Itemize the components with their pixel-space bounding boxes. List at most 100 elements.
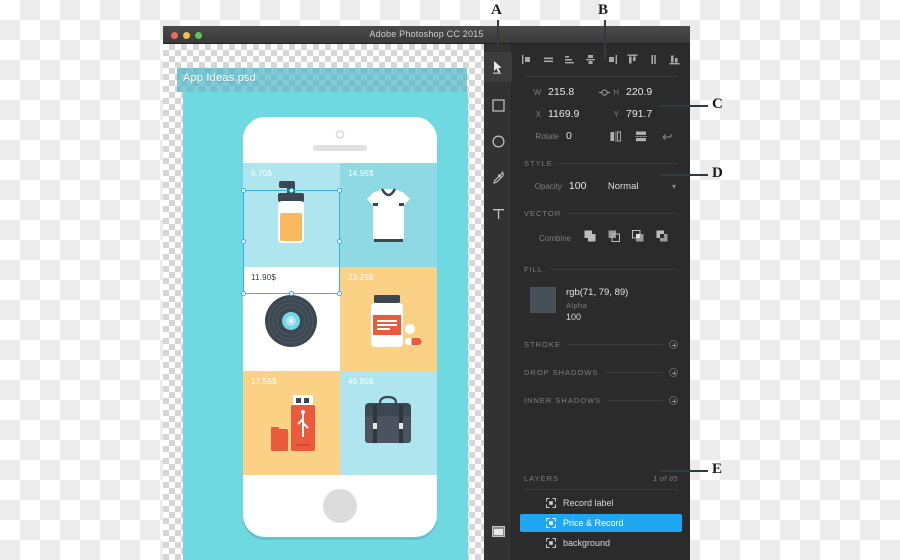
rectangle-tool[interactable] — [484, 90, 512, 120]
x-value[interactable]: 1169.9 — [548, 108, 596, 120]
size-row: W 215.8 H 220.9 — [522, 81, 680, 103]
fill-color-swatch[interactable] — [530, 287, 556, 313]
product-price: 23.25$ — [348, 273, 374, 282]
annotation-label-e: E — [712, 461, 723, 477]
product-cell-briefcase[interactable]: 49.85$ — [340, 371, 437, 475]
product-cell-pill-bottle[interactable]: 23.25$ — [340, 267, 437, 371]
vector-section-header: VECTOR — [512, 197, 690, 223]
layer-name: background — [563, 538, 611, 548]
ellipse-tool[interactable] — [484, 126, 512, 156]
fill-section: rgb(71, 79, 89) Alpha 100 — [512, 279, 690, 324]
product-price: 17.55$ — [251, 377, 277, 386]
properties-panel: W 215.8 H 220.9 X 1169.9 Y 791.7 Rotate … — [512, 44, 690, 560]
align-center-vertical-button[interactable] — [646, 54, 661, 68]
unite-button[interactable] — [578, 229, 602, 247]
layer-name: Record label — [563, 498, 614, 508]
document-tab-label: App Ideas.psd — [183, 72, 256, 84]
opacity-label: Opacity — [534, 181, 562, 191]
width-label: W — [533, 87, 541, 97]
section-rule — [566, 344, 663, 345]
annotation-leader-c — [660, 105, 708, 107]
fill-title: FILL — [524, 265, 544, 274]
layer-row-record-label[interactable]: Record label — [520, 494, 682, 512]
phone-home-button[interactable] — [323, 489, 357, 523]
annotation-leader-e — [660, 470, 708, 472]
layer-row-price-and-record[interactable]: Price & Record — [520, 514, 682, 532]
subtract-button[interactable] — [602, 229, 626, 247]
product-cell-vinyl-record[interactable]: 11.90$ — [243, 267, 340, 371]
align-toolbar — [512, 44, 690, 76]
align-bottom-button[interactable] — [667, 54, 682, 68]
stroke-title: STROKE — [524, 340, 561, 349]
ellipse-icon — [491, 134, 505, 148]
align-center-horizontal-icon — [543, 52, 554, 70]
width-value[interactable]: 215.8 — [548, 86, 596, 98]
drop-shadows-title: DROP SHADOWS — [524, 368, 599, 377]
add-drop-shadow-icon[interactable] — [669, 368, 678, 377]
align-left-icon — [522, 52, 533, 70]
canvas-area[interactable]: App Ideas.psd App Ideas.psd 9.70$ — [163, 44, 484, 560]
annotation-label-b: B — [598, 2, 609, 18]
reset-transform-button[interactable] — [654, 131, 680, 141]
rotate-value[interactable]: 0 — [566, 130, 602, 142]
layer-group-icon — [545, 517, 557, 529]
product-cell-usb-drive[interactable]: 17.55$ — [243, 371, 340, 475]
align-right-button[interactable] — [604, 54, 619, 68]
section-rule — [549, 269, 678, 270]
pen-icon — [492, 170, 505, 184]
align-center-vertical-icon — [648, 52, 659, 70]
window-titlebar: Adobe Photoshop CC 2015 — [163, 26, 690, 44]
align-bottom-icon — [669, 52, 680, 70]
blend-mode-select[interactable]: Normal ▾ — [608, 181, 680, 192]
align-top-button[interactable] — [625, 54, 640, 68]
flip-vertical-button[interactable] — [628, 131, 654, 142]
exclude-button[interactable] — [650, 229, 674, 247]
artboard-icon — [491, 525, 505, 537]
pen-tool[interactable] — [484, 162, 512, 192]
phone-mockup: 9.70$ 14.95$ 11.90$ 23.25$ 17.55$ 49.85$ — [243, 117, 437, 537]
section-rule — [558, 163, 678, 164]
y-label: Y — [613, 109, 619, 119]
chevron-down-icon: ▾ — [671, 181, 676, 191]
align-left-button[interactable] — [520, 54, 535, 68]
link-icon[interactable] — [596, 88, 612, 97]
app-mockup-background: 9.70$ 14.95$ 11.90$ 23.25$ 17.55$ 49.85$ — [183, 92, 468, 560]
fill-section-header: FILL — [512, 253, 690, 279]
add-inner-shadow-icon[interactable] — [669, 396, 678, 405]
intersect-button[interactable] — [626, 229, 650, 247]
add-stroke-icon[interactable] — [669, 340, 678, 349]
fill-color-value[interactable]: rgb(71, 79, 89) — [566, 287, 628, 298]
align-center-horizontal-button[interactable] — [541, 54, 556, 68]
layer-row-background[interactable]: background — [520, 534, 682, 552]
position-row: X 1169.9 Y 791.7 — [522, 103, 680, 125]
flip-horizontal-button[interactable] — [602, 130, 628, 142]
product-cell-t-shirt[interactable]: 14.95$ — [340, 163, 437, 267]
inner-shadows-section[interactable]: INNER SHADOWS — [512, 382, 690, 410]
y-value[interactable]: 791.7 — [626, 108, 674, 120]
product-grid: 9.70$ 14.95$ 11.90$ 23.25$ 17.55$ 49.85$ — [243, 163, 437, 475]
distribute-horizontal-button[interactable] — [562, 54, 577, 68]
section-rule — [567, 213, 678, 214]
fill-alpha-value[interactable]: 100 — [566, 312, 628, 322]
height-value[interactable]: 220.9 — [626, 86, 674, 98]
product-price: 49.85$ — [348, 377, 374, 386]
product-cell-soap-dispenser[interactable]: 9.70$ — [243, 163, 340, 267]
layers-section: LAYERS 1 of 85 Record label Price & Reco… — [512, 474, 690, 560]
vector-section: Combine — [512, 223, 690, 253]
annotation-leader-a — [497, 20, 499, 48]
soap-dispenser-icon — [278, 181, 304, 243]
drop-shadows-section[interactable]: DROP SHADOWS — [512, 354, 690, 382]
opacity-value[interactable]: 100 — [569, 180, 608, 192]
artboard-tool[interactable] — [484, 516, 512, 546]
product-price: 14.95$ — [348, 169, 374, 178]
stroke-section[interactable]: STROKE — [512, 324, 690, 354]
move-tool[interactable] — [484, 52, 512, 82]
layers-header: LAYERS 1 of 85 — [512, 474, 690, 489]
align-middle-button[interactable] — [583, 54, 598, 68]
annotation-leader-d — [660, 174, 708, 176]
t-shirt-icon — [367, 188, 410, 242]
annotation-leader-b — [604, 20, 606, 60]
phone-speaker — [313, 145, 367, 151]
type-tool[interactable] — [484, 198, 512, 228]
briefcase-icon — [365, 395, 411, 443]
